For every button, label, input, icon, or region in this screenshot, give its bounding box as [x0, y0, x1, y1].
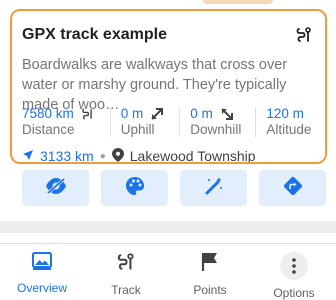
downhill-icon — [219, 107, 235, 121]
uphill-icon — [149, 107, 165, 121]
edit-button[interactable] — [180, 170, 247, 206]
more-vertical-icon — [280, 252, 308, 280]
track-card[interactable]: GPX track example Boardwalks are walkway… — [10, 9, 327, 164]
tab-label: Track — [111, 283, 141, 297]
divider — [109, 107, 111, 137]
stat-label: Distance — [22, 122, 75, 137]
directions-icon — [283, 176, 303, 201]
stat-label: Altitude — [266, 122, 312, 137]
appearance-button[interactable] — [101, 170, 168, 206]
location-pin-icon — [111, 147, 124, 163]
track-icon — [116, 252, 136, 277]
card-header: GPX track example — [22, 24, 315, 46]
track-icon — [80, 107, 96, 121]
stat-uphill: 0 m Uphill — [121, 105, 180, 139]
stat-value: 7580 km — [22, 106, 74, 121]
divider — [179, 107, 181, 137]
navigate-button[interactable] — [259, 170, 326, 206]
hide-button[interactable] — [22, 170, 89, 206]
stat-downhill: 0 m Downhill — [190, 105, 255, 139]
tab-overview[interactable]: Overview — [0, 244, 84, 300]
stat-altitude: 120 m Altitude — [266, 105, 325, 139]
tab-options[interactable]: Options — [252, 244, 336, 300]
tab-label: Points — [193, 283, 227, 297]
stat-value: 120 m — [266, 106, 304, 121]
distance-from-me: 3133 km — [22, 148, 94, 164]
stat-distance: 7580 km Distance — [22, 105, 110, 139]
eye-off-icon — [45, 177, 67, 200]
card-title: GPX track example — [22, 26, 167, 43]
location-name: Lakewood Township — [129, 148, 256, 164]
tab-points[interactable]: Points — [168, 244, 252, 300]
navigation-arrow-icon — [22, 148, 34, 162]
tab-label: Overview — [16, 281, 67, 295]
top-decoration — [203, 0, 273, 4]
track-icon — [293, 25, 315, 45]
action-buttons — [22, 170, 326, 206]
flag-icon — [201, 252, 219, 277]
bottom-navigation: Overview Track Points Options — [0, 243, 336, 300]
tab-track[interactable]: Track — [84, 244, 168, 300]
image-icon — [32, 252, 52, 275]
stat-label: Downhill — [190, 122, 242, 137]
stat-value: 0 m — [120, 106, 144, 121]
location: Lakewood Township — [111, 147, 256, 164]
divider-band — [0, 221, 336, 233]
distance-value: 3133 km — [40, 148, 94, 164]
wand-icon — [204, 176, 224, 201]
stats-row: 7580 km Distance 0 m Uphill 0 m Downhill… — [22, 105, 325, 139]
meta-row: 3133 km ● Lakewood Township — [22, 147, 315, 164]
separator-dot: ● — [99, 150, 106, 162]
divider — [255, 107, 257, 137]
palette-icon — [125, 176, 145, 201]
stat-label: Uphill — [120, 122, 155, 137]
stat-value: 0 m — [190, 106, 213, 121]
tab-label: Options — [273, 286, 315, 300]
screen: GPX track example Boardwalks are walkway… — [0, 0, 336, 300]
